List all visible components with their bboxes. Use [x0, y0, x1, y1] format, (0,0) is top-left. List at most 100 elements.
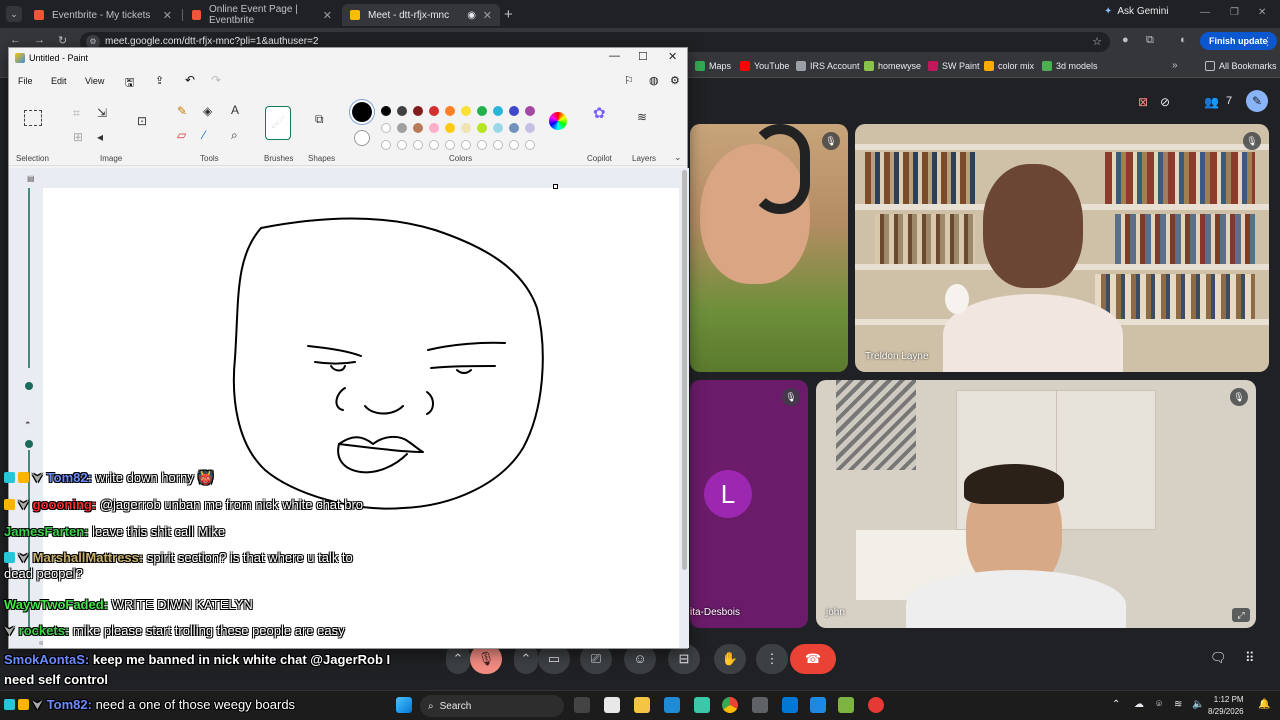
- extension-icon[interactable]: ●: [1122, 34, 1129, 46]
- color-swatch[interactable]: [445, 106, 455, 116]
- color-swatch[interactable]: [429, 106, 439, 116]
- color-swatch[interactable]: [397, 123, 407, 133]
- ask-gemini-button[interactable]: ✦ Ask Gemini: [1104, 6, 1169, 17]
- minimize-icon[interactable]: —: [609, 50, 620, 62]
- app-icon[interactable]: [868, 697, 884, 713]
- notifications-icon[interactable]: 🔔: [1258, 699, 1270, 710]
- account-icon[interactable]: ◍: [649, 74, 659, 87]
- chrome-icon[interactable]: [722, 697, 738, 713]
- feedback-icon[interactable]: ⚐: [624, 74, 634, 87]
- canvas-resize-handle[interactable]: [553, 184, 558, 189]
- pin-tile-icon[interactable]: ⤢: [1232, 608, 1250, 622]
- taskbar-search[interactable]: ⌕ Search: [420, 695, 564, 717]
- start-icon[interactable]: [396, 697, 412, 713]
- close-window-icon[interactable]: ✕: [1258, 7, 1266, 18]
- new-tab-button[interactable]: +: [504, 6, 513, 23]
- network-icon[interactable]: ⌾: [1156, 699, 1162, 710]
- leave-call-button[interactable]: ☎: [790, 644, 836, 674]
- bookmark-3d-models[interactable]: 3d models: [1042, 61, 1098, 71]
- word-icon[interactable]: [810, 697, 826, 713]
- color-swatch[interactable]: [397, 106, 407, 116]
- system-clock[interactable]: 1:12 PM 8/29/2026: [1208, 694, 1244, 718]
- color-swatch[interactable]: [493, 106, 503, 116]
- raise-hand-button[interactable]: ✋: [714, 644, 746, 674]
- task-view-icon[interactable]: [574, 697, 590, 713]
- store-icon[interactable]: [664, 697, 680, 713]
- captions-off-icon[interactable]: ⊘: [1160, 95, 1170, 109]
- tab-eventbrite-tickets[interactable]: Eventbrite - My tickets ✕: [26, 4, 180, 26]
- bookmark-star-icon[interactable]: ☆: [1092, 35, 1102, 48]
- color-picker-icon[interactable]: ⁄: [203, 128, 205, 142]
- empty-color-slot[interactable]: [509, 140, 519, 150]
- reactions-icon[interactable]: ⊠: [1138, 95, 1148, 109]
- bookmark-homewyse[interactable]: homewyse: [864, 61, 921, 71]
- bookmark-irs[interactable]: IRS Account: [796, 61, 860, 71]
- primary-color[interactable]: [350, 100, 374, 124]
- activities-icon[interactable]: ⠿: [1245, 650, 1255, 666]
- minimize-icon[interactable]: —: [1200, 7, 1210, 18]
- host-controls-icon[interactable]: ✎: [1246, 90, 1268, 112]
- empty-color-slot[interactable]: [397, 140, 407, 150]
- participant-tile-l[interactable]: L ita-Desbois 🎙︎: [690, 380, 808, 628]
- bookmark-sw-paint[interactable]: SW Paint: [928, 61, 980, 71]
- close-icon[interactable]: ✕: [668, 50, 677, 63]
- calculator-icon[interactable]: [752, 697, 768, 713]
- empty-color-slot[interactable]: [493, 140, 503, 150]
- participant-tile-treldon[interactable]: Treldon Layne 🎙︎: [855, 124, 1269, 372]
- onedrive-icon[interactable]: ☁: [1134, 699, 1144, 710]
- color-swatch[interactable]: [525, 123, 535, 133]
- menu-view[interactable]: View: [85, 76, 104, 86]
- close-tab-icon[interactable]: ✕: [483, 9, 492, 22]
- resize-icon[interactable]: ⇲: [97, 106, 107, 120]
- color-swatch[interactable]: [509, 123, 519, 133]
- extensions-puzzle-icon[interactable]: ⧉: [1146, 34, 1154, 47]
- menu-file[interactable]: File: [18, 76, 33, 86]
- redo-icon[interactable]: ↷: [211, 73, 221, 87]
- reload-icon[interactable]: ↻: [58, 34, 67, 47]
- magnifier-icon[interactable]: ⌕: [231, 128, 238, 143]
- menu-edit[interactable]: Edit: [51, 76, 67, 86]
- file-explorer-icon[interactable]: [634, 697, 650, 713]
- tab-search-button[interactable]: ⌄: [6, 6, 22, 22]
- slider-thumb[interactable]: [25, 382, 33, 390]
- more-menu-icon[interactable]: ⋮: [1262, 35, 1273, 48]
- more-options-button[interactable]: ⋮: [756, 644, 788, 674]
- notepad-icon[interactable]: [604, 697, 620, 713]
- share-icon[interactable]: ⇪: [155, 74, 164, 87]
- color-swatch[interactable]: [429, 123, 439, 133]
- tray-expand-icon[interactable]: ⌃: [1112, 699, 1120, 710]
- restore-icon[interactable]: ❐: [1230, 7, 1239, 18]
- eraser-icon[interactable]: ▱: [177, 128, 186, 142]
- close-tab-icon[interactable]: ✕: [323, 9, 332, 22]
- color-swatch[interactable]: [461, 106, 471, 116]
- edge-icon[interactable]: [694, 697, 710, 713]
- secondary-color[interactable]: [354, 130, 370, 146]
- bookmark-maps[interactable]: Maps: [695, 61, 731, 71]
- color-swatch[interactable]: [445, 123, 455, 133]
- maximize-icon[interactable]: ☐: [638, 50, 648, 63]
- chat-icon[interactable]: 🗨: [1210, 650, 1227, 666]
- empty-color-slot[interactable]: [429, 140, 439, 150]
- color-swatch[interactable]: [509, 106, 519, 116]
- empty-color-slot[interactable]: [461, 140, 471, 150]
- empty-color-slot[interactable]: [381, 140, 391, 150]
- bookmark-youtube[interactable]: YouTube: [740, 61, 789, 71]
- save-icon[interactable]: 🖫: [125, 74, 134, 93]
- close-tab-icon[interactable]: ✕: [163, 9, 172, 22]
- empty-color-slot[interactable]: [477, 140, 487, 150]
- shapes-icon[interactable]: ⧉: [315, 112, 324, 127]
- volume-icon[interactable]: 🔈: [1192, 699, 1204, 710]
- text-icon[interactable]: A: [231, 103, 239, 117]
- opacity-slider-thumb[interactable]: [25, 440, 33, 448]
- image-creator-icon[interactable]: ⊡: [137, 114, 147, 128]
- crop-icon[interactable]: ⌗: [73, 106, 80, 121]
- back-icon[interactable]: ←: [10, 34, 21, 46]
- empty-color-slot[interactable]: [413, 140, 423, 150]
- profile-icon[interactable]: ◐: [1180, 34, 1187, 46]
- color-swatch[interactable]: [413, 106, 423, 116]
- brushes-button[interactable]: 🖌: [265, 106, 291, 140]
- vertical-scrollbar[interactable]: [682, 170, 687, 570]
- rotate-icon[interactable]: ◂: [97, 130, 103, 144]
- color-swatch[interactable]: [493, 123, 503, 133]
- participant-tile-1[interactable]: 🎙︎: [690, 124, 848, 372]
